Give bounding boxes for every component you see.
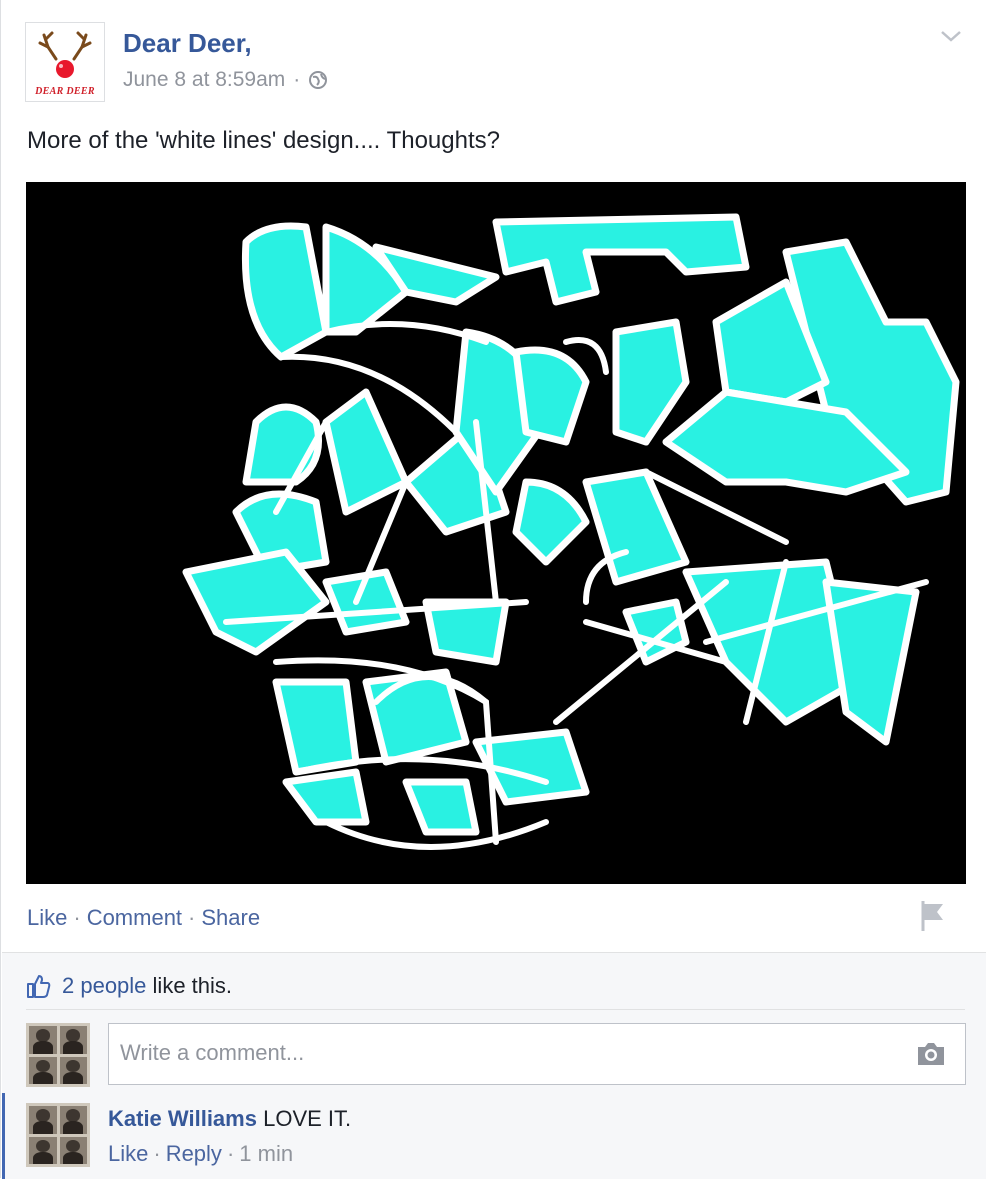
post-meta: June 8 at 8:59am ·	[123, 68, 328, 92]
like-button[interactable]: Like	[27, 905, 67, 931]
avatar-logo-text: DEAR DEER	[35, 86, 95, 97]
comment-action-separator: ·	[226, 1141, 235, 1166]
comment-text: LOVE IT.	[263, 1106, 352, 1131]
commenter-avatar[interactable]	[26, 1103, 90, 1167]
like-suffix: like this.	[152, 973, 233, 998]
comment-input-box[interactable]	[108, 1023, 966, 1085]
ufi-divider	[26, 1009, 965, 1010]
globe-icon[interactable]	[308, 70, 328, 90]
chevron-down-icon[interactable]	[938, 26, 964, 46]
comment-body: Katie Williams LOVE IT.	[108, 1106, 351, 1132]
thumbs-up-icon	[27, 975, 51, 998]
page-name-link[interactable]: Dear Deer,	[123, 28, 252, 59]
share-button[interactable]: Share	[201, 905, 260, 931]
current-user-avatar[interactable]	[26, 1023, 90, 1087]
like-summary: 2 people like this.	[26, 973, 232, 999]
ufi-section: 2 people like this. Katie Williams LO	[2, 952, 986, 1179]
white-lines-artwork	[182, 213, 960, 850]
action-separator: ·	[188, 905, 196, 930]
comment-actions: Like · Reply · 1 min	[108, 1141, 293, 1167]
post-photo[interactable]	[26, 182, 966, 884]
comment-author-link[interactable]: Katie Williams	[108, 1106, 257, 1131]
comment-reply-button[interactable]: Reply	[166, 1141, 222, 1167]
post-actions: Like · Comment · Share	[27, 905, 260, 931]
camera-icon[interactable]	[915, 1040, 947, 1068]
comment-like-button[interactable]: Like	[108, 1141, 148, 1167]
page-avatar[interactable]: DEAR DEER	[25, 22, 105, 102]
comment-timestamp[interactable]: 1 min	[239, 1141, 293, 1167]
action-separator: ·	[73, 905, 81, 930]
meta-separator: ·	[293, 68, 301, 91]
comment-action-separator: ·	[153, 1141, 161, 1166]
post-timestamp[interactable]: June 8 at 8:59am	[123, 68, 285, 92]
comment-highlight-bar	[2, 1093, 5, 1179]
facebook-post: DEAR DEER Dear Deer, June 8 at 8:59am · …	[0, 0, 986, 1179]
comment-item: Katie Williams LOVE IT. Like · Reply · 1…	[2, 1093, 986, 1179]
like-count-link[interactable]: 2 people	[62, 973, 146, 998]
comment-input[interactable]	[109, 1024, 900, 1082]
flag-icon[interactable]	[915, 897, 949, 933]
comment-button[interactable]: Comment	[87, 905, 182, 931]
post-text: More of the 'white lines' design.... Tho…	[27, 127, 500, 154]
